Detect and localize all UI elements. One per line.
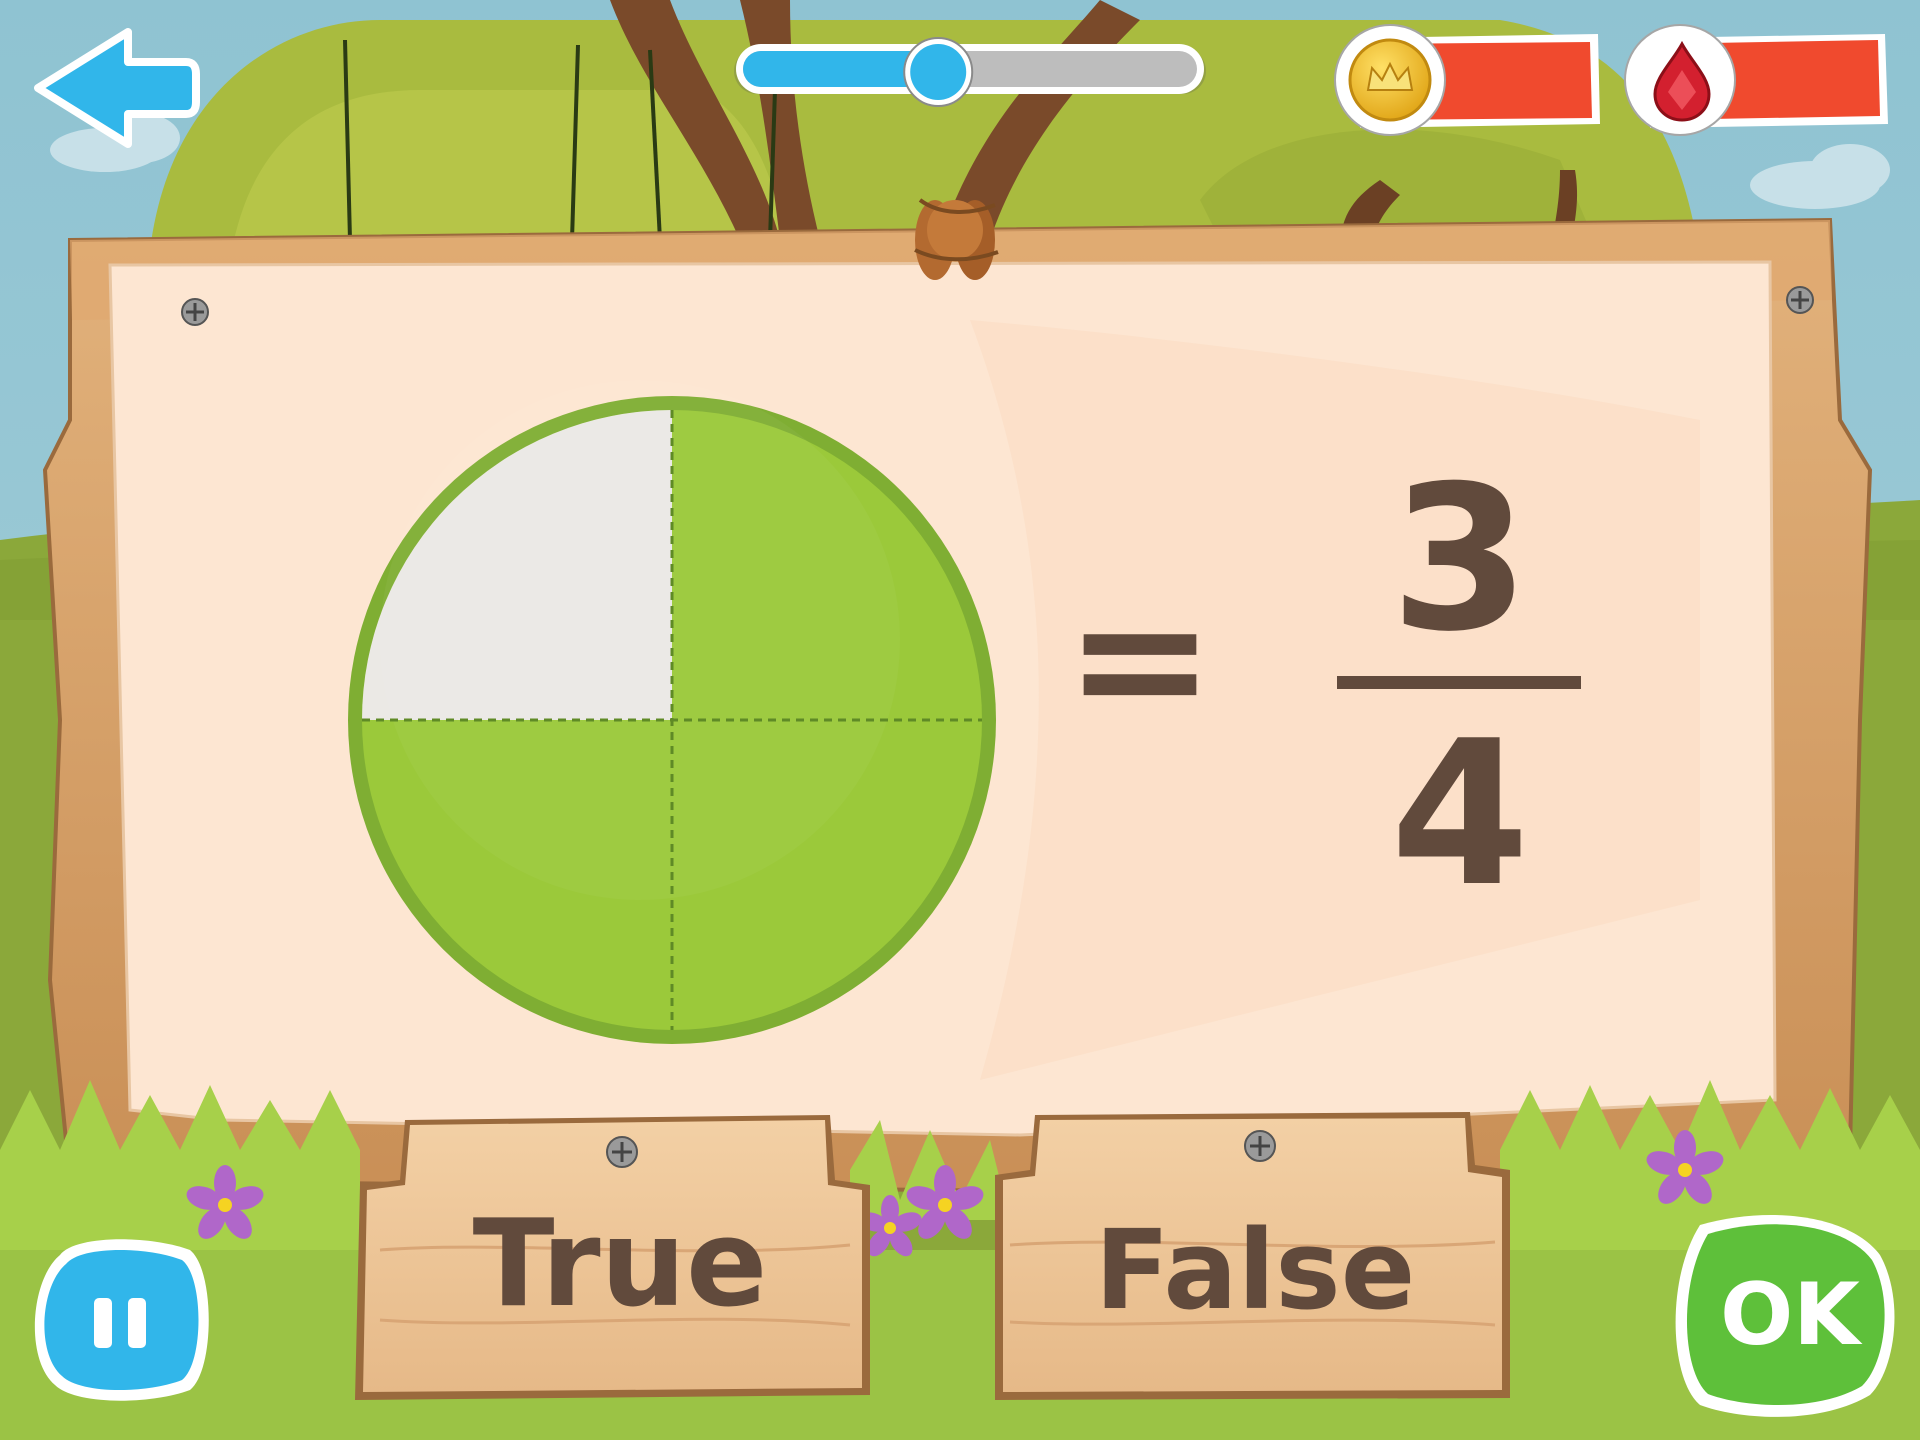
fraction-bar (1337, 676, 1581, 689)
coin-counter (1334, 24, 1600, 136)
fraction-denominator: 4 (1390, 698, 1530, 931)
screw-icon (1786, 286, 1814, 314)
equals-sign: = (1064, 555, 1216, 764)
false-button[interactable] (995, 1112, 1510, 1400)
progress-knob-center (910, 44, 967, 100)
fraction-numerator: 3 (1390, 443, 1530, 676)
true-button[interactable] (355, 1115, 870, 1400)
pause-button[interactable] (34, 1239, 209, 1401)
gem-counter (1624, 24, 1888, 136)
screw-icon (181, 298, 209, 326)
ok-button[interactable] (1675, 1215, 1895, 1417)
